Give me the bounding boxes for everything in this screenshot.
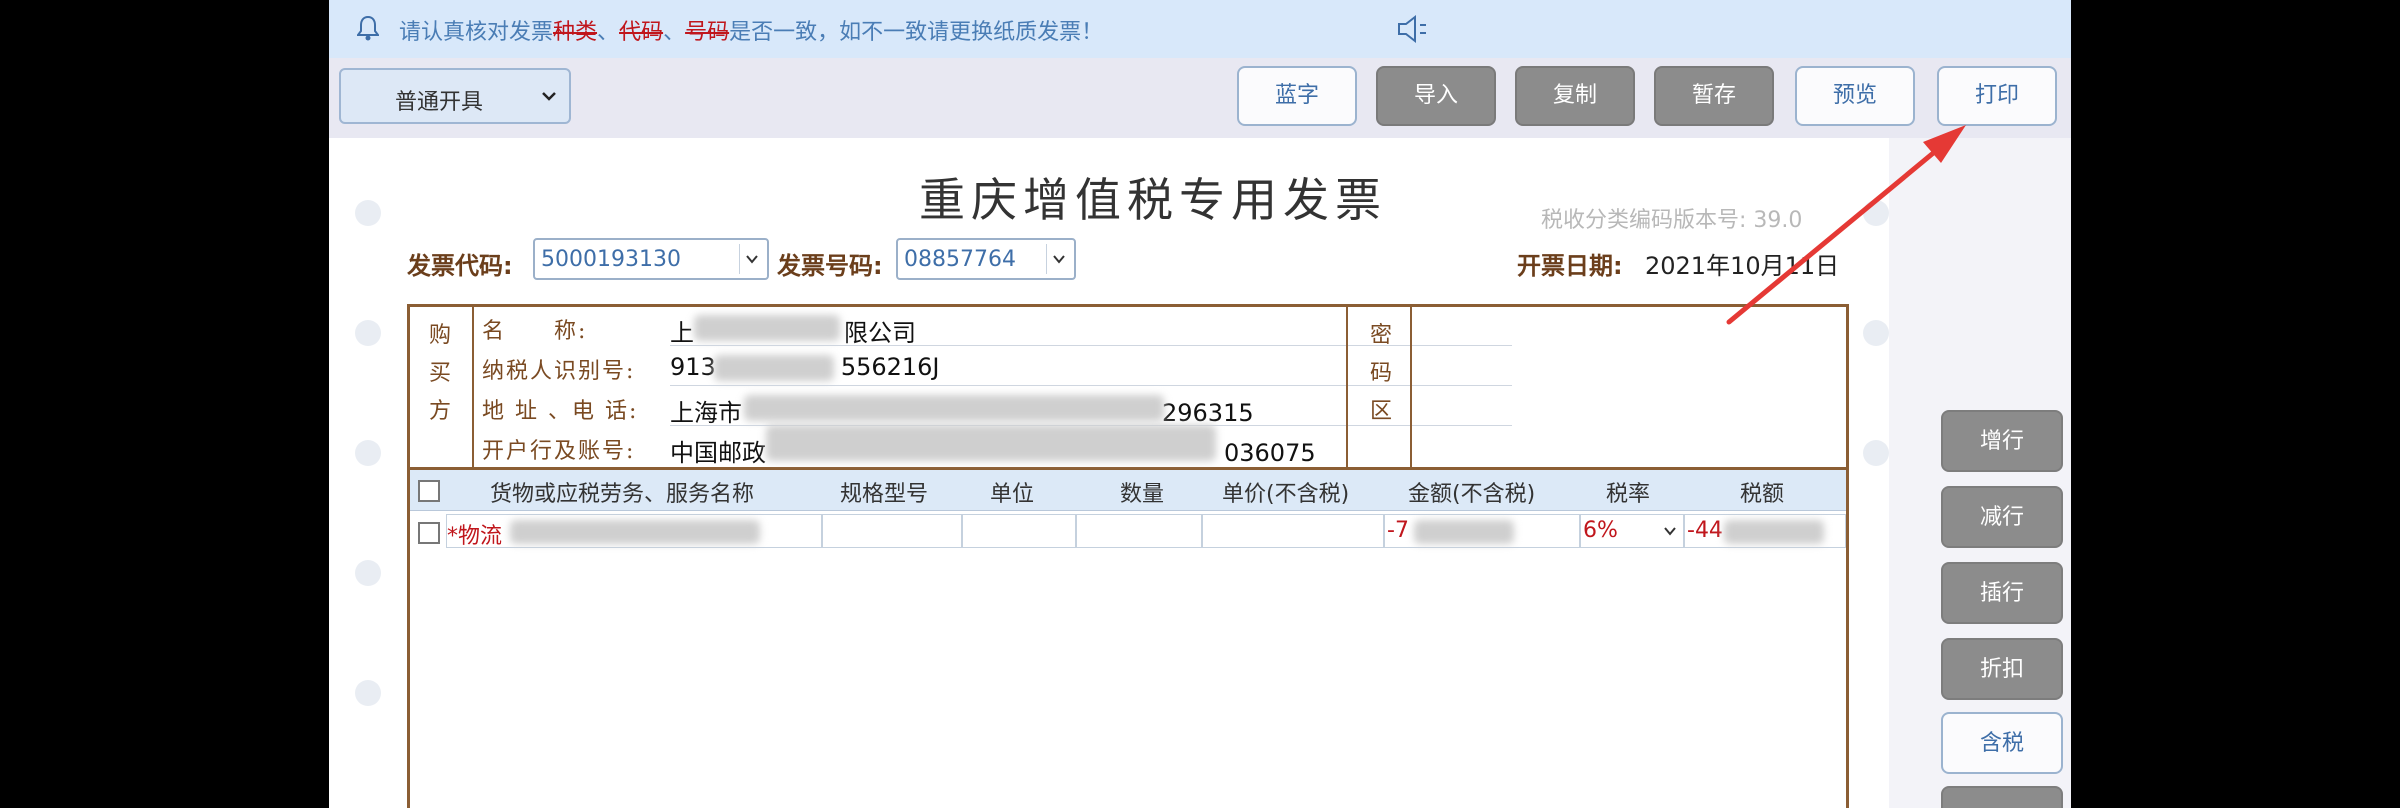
annotation-arrow (1726, 125, 1966, 325)
invoice-app-window: 请认真核对发票种类、代码、号码是否一致，如不一致请更换纸质发票！ 普通开具 蓝字… (329, 0, 2071, 808)
